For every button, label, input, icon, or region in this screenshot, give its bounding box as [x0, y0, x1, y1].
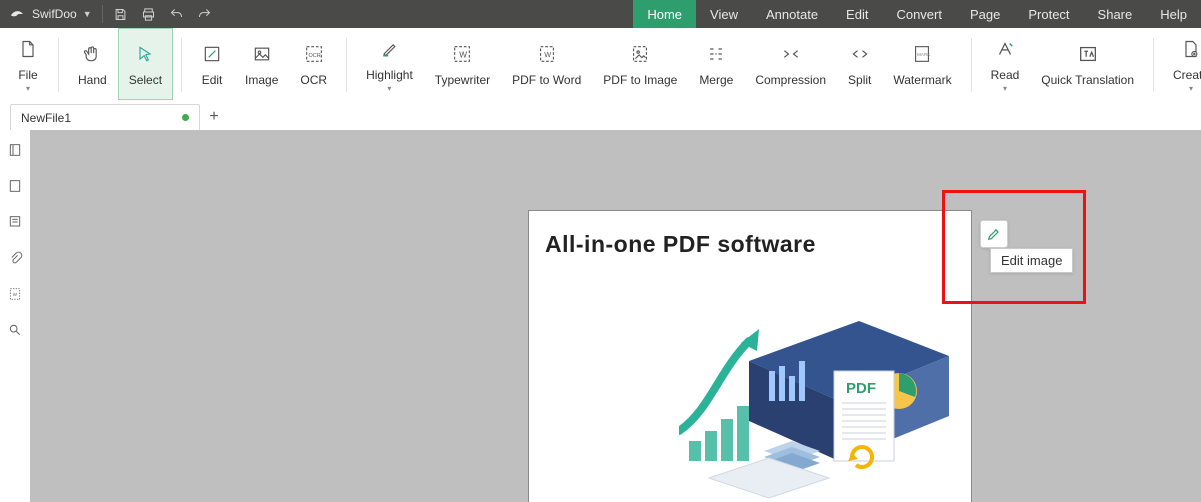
file-icon	[17, 38, 39, 60]
cursor-icon	[134, 43, 156, 65]
ribbon-image-button[interactable]: Image	[234, 28, 289, 100]
svg-text:W: W	[544, 50, 551, 59]
document-tab-label: NewFile1	[21, 111, 71, 125]
annotation-highlight-box	[942, 190, 1086, 304]
image-icon	[251, 43, 273, 65]
titlebar-divider	[102, 5, 103, 23]
menu-share[interactable]: Share	[1084, 0, 1147, 28]
bookmarks-icon[interactable]	[5, 176, 25, 196]
app-logo-icon	[8, 5, 26, 23]
add-tab-button[interactable]: +	[200, 104, 228, 130]
chevron-down-icon: ▾	[387, 84, 391, 93]
undo-icon[interactable]	[163, 0, 191, 28]
thumbnails-icon[interactable]	[5, 140, 25, 160]
hand-icon	[81, 43, 103, 65]
ribbon-read-button[interactable]: Read ▾	[980, 28, 1031, 100]
read-icon	[994, 38, 1016, 60]
svg-text:W: W	[12, 292, 17, 297]
menu-annotate[interactable]: Annotate	[752, 0, 832, 28]
ribbon-ocr-button[interactable]: OCR OCR	[289, 28, 338, 100]
ribbon-pdf-to-image-button[interactable]: PDF to Image	[592, 28, 688, 100]
edit-image-tooltip: Edit image	[990, 248, 1073, 273]
split-icon	[849, 43, 871, 65]
merge-icon	[705, 43, 727, 65]
typewriter-icon: W	[451, 43, 473, 65]
menu-convert[interactable]: Convert	[882, 0, 956, 28]
pdf-badge-text: PDF	[846, 380, 876, 397]
chevron-down-icon: ▾	[1003, 84, 1007, 93]
ribbon-typewriter-button[interactable]: W Typewriter	[424, 28, 501, 100]
svg-text:OCR: OCR	[308, 53, 320, 59]
watermark-icon: MARK	[911, 43, 933, 65]
create-icon	[1180, 38, 1201, 60]
highlight-icon	[378, 38, 400, 60]
menu-edit[interactable]: Edit	[832, 0, 882, 28]
attachments-icon[interactable]	[5, 248, 25, 268]
ribbon-quick-translation-button[interactable]: Quick Translation	[1030, 28, 1145, 100]
ribbon-compression-button[interactable]: Compression	[744, 28, 837, 100]
svg-text:W: W	[460, 51, 468, 60]
annotations-icon[interactable]	[5, 212, 25, 232]
ocr-icon: OCR	[303, 43, 325, 65]
document-tabstrip: NewFile1 +	[0, 102, 1201, 130]
redo-icon[interactable]	[191, 0, 219, 28]
menu-home[interactable]: Home	[633, 0, 696, 28]
ribbon-split-button[interactable]: Split	[837, 28, 882, 100]
work-area: W All-in-one PDF software	[0, 130, 1201, 502]
svg-text:MARK: MARK	[917, 52, 930, 57]
document-canvas[interactable]: All-in-one PDF software	[30, 130, 1201, 502]
edit-image-popup-button[interactable]	[980, 220, 1008, 248]
page-headline: All-in-one PDF software	[545, 231, 816, 258]
main-menu: Home View Annotate Edit Convert Page Pro…	[633, 0, 1201, 28]
pencil-icon	[986, 226, 1002, 242]
chevron-down-icon: ▾	[1189, 84, 1193, 93]
menu-view[interactable]: View	[696, 0, 752, 28]
translate-icon	[1077, 43, 1099, 65]
ribbon-file-button[interactable]: File ▾	[6, 28, 50, 100]
ribbon: File ▾ Hand Select Edit Image OCR OCR Hi…	[0, 28, 1201, 102]
ribbon-edit-button[interactable]: Edit	[190, 28, 234, 100]
ribbon-hand-button[interactable]: Hand	[67, 28, 118, 100]
ribbon-highlight-button[interactable]: Highlight ▾	[355, 28, 424, 100]
page-illustration: PDF	[679, 291, 959, 501]
ribbon-watermark-button[interactable]: MARK Watermark	[882, 28, 962, 100]
unsaved-indicator-icon	[182, 114, 189, 121]
menu-page[interactable]: Page	[956, 0, 1014, 28]
ribbon-select-button[interactable]: Select	[118, 28, 173, 100]
ribbon-create-button[interactable]: Create ▾	[1162, 28, 1201, 100]
pdf-page[interactable]: All-in-one PDF software	[528, 210, 972, 502]
compress-icon	[780, 43, 802, 65]
menu-protect[interactable]: Protect	[1014, 0, 1083, 28]
print-icon[interactable]	[135, 0, 163, 28]
pdf-to-image-icon	[629, 43, 651, 65]
edit-icon	[201, 43, 223, 65]
app-name: SwifDoo	[32, 7, 77, 21]
menu-help[interactable]: Help	[1146, 0, 1201, 28]
search-icon[interactable]	[5, 320, 25, 340]
ribbon-pdf-to-word-button[interactable]: W PDF to Word	[501, 28, 592, 100]
document-tab[interactable]: NewFile1	[10, 104, 200, 130]
left-sidebar: W	[0, 130, 30, 502]
pdf-to-word-icon: W	[536, 43, 558, 65]
word-export-icon[interactable]: W	[5, 284, 25, 304]
chevron-down-icon: ▾	[26, 84, 30, 93]
titlebar: SwifDoo ▼ Home View Annotate Edit Conver…	[0, 0, 1201, 28]
save-icon[interactable]	[107, 0, 135, 28]
app-menu-caret-icon[interactable]: ▼	[83, 9, 92, 19]
ribbon-merge-button[interactable]: Merge	[688, 28, 744, 100]
